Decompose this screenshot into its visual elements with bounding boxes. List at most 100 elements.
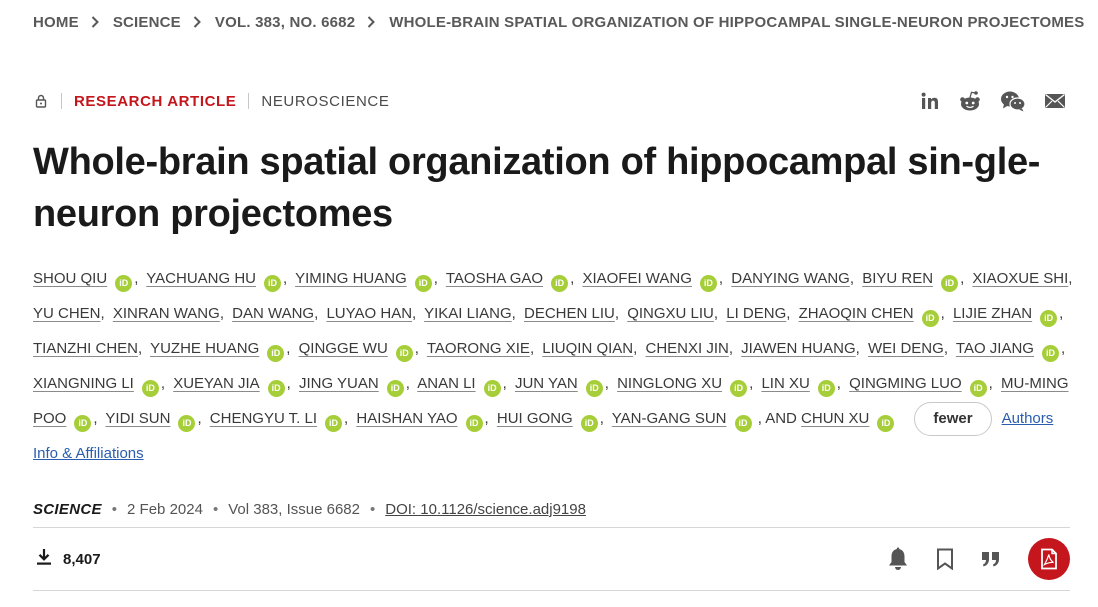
author-name[interactable]: CHENXI JIN [645,340,728,357]
orcid-icon[interactable]: iD [585,380,603,397]
author-name[interactable]: YIDI SUN [105,410,170,427]
separator: • [212,500,219,518]
comma: , [344,410,349,427]
orcid-icon[interactable]: iD [178,415,196,432]
orcid-icon[interactable]: iD [730,380,748,397]
author-name[interactable]: TAORONG XIE [427,340,530,357]
author-name[interactable]: XUEYAN JIA [173,375,259,392]
author-name[interactable]: LIJIE ZHAN [953,305,1032,322]
author-name[interactable]: LIUQIN QIAN [542,340,633,357]
reddit-icon[interactable] [958,90,982,112]
volume-issue[interactable]: Vol 383, Issue 6682 [228,501,360,518]
author-name[interactable]: YUZHE HUANG [150,340,259,357]
pdf-icon[interactable] [1028,538,1070,580]
author-name[interactable]: XIAOXUE SHI [972,270,1068,287]
orcid-icon[interactable]: iD [414,275,432,292]
downloads-count: 8,407 [35,547,101,571]
orcid-icon[interactable]: iD [483,380,501,397]
author-name[interactable]: LUYAO HAN [326,305,412,322]
divider-bottom [33,590,1070,591]
bookmark-icon[interactable] [936,548,954,570]
quote-icon[interactable] [981,551,1001,567]
author-name[interactable]: DANYING WANG [731,270,850,287]
author-name[interactable]: ANAN LI [417,375,475,392]
author-name[interactable]: CHUN XU [801,410,869,427]
orcid-icon[interactable]: iD [969,380,987,397]
author-name[interactable]: YIMING HUANG [295,270,407,287]
comma: , [570,270,575,287]
author-name[interactable]: SHOU QIU [33,270,107,287]
author-item: JUN YAN iD, [515,375,613,397]
separator: • [370,500,376,518]
author-name[interactable]: XINRAN WANG [113,305,220,322]
author-item: TAOSHA GAO iD, [446,270,578,292]
author-name[interactable]: YACHUANG HU [146,270,256,287]
orcid-icon[interactable]: iD [941,275,959,292]
orcid-icon[interactable]: iD [1040,310,1058,327]
orcid-icon[interactable]: iD [264,275,281,292]
author-item: CHENGYU T. LI iD, [210,410,352,432]
author-name[interactable]: WEI DENG [868,340,944,357]
orcid-icon[interactable]: iD [921,310,939,327]
author-name[interactable]: TAO JIANG [956,340,1034,357]
author-name[interactable]: JIAWEN HUANG [741,340,855,357]
orcid-icon[interactable]: iD [386,380,404,397]
author-name[interactable]: TAOSHA GAO [446,270,543,287]
orcid-icon[interactable]: iD [115,275,133,292]
orcid-icon[interactable]: iD [734,415,752,432]
linkedin-icon[interactable] [920,91,940,111]
orcid-icon[interactable]: iD [817,380,835,397]
author-name[interactable]: CHENGYU T. LI [210,410,317,427]
author-name[interactable]: HAISHAN YAO [356,410,457,427]
orcid-icon[interactable]: iD [267,380,285,397]
author-name[interactable]: HUI GONG [497,410,573,427]
author-name[interactable]: YAN-GANG SUN [612,410,727,427]
comma: , [943,340,948,357]
article-subject[interactable]: NEUROSCIENCE [261,93,389,110]
author-name[interactable]: YU CHEN [33,305,101,322]
author-name[interactable]: XIAOFEI WANG [582,270,691,287]
comma: , [614,305,620,322]
comma: , [786,305,791,322]
orcid-icon[interactable]: iD [877,415,895,432]
author-name[interactable]: JING YUAN [299,375,379,392]
breadcrumb-science[interactable]: SCIENCE [113,14,181,31]
bell-icon[interactable] [887,547,909,571]
wechat-icon[interactable] [1000,90,1026,112]
orcid-icon[interactable]: iD [551,275,569,292]
author-name[interactable]: BIYU REN [862,270,933,287]
doi-link[interactable]: DOI: 10.1126/science.adj9198 [385,501,586,518]
author-item: QINGMING LUO iD, [849,375,997,397]
orcid-icon[interactable]: iD [699,275,717,292]
author-name[interactable]: ZHAOQIN CHEN [799,305,914,322]
orcid-icon[interactable]: iD [395,345,413,362]
author-name[interactable]: QINGGE WU [299,340,388,357]
author-name[interactable]: TIANZHI CHEN [33,340,138,357]
author-name[interactable]: NINGLONG XU [617,375,722,392]
author-name[interactable]: LI DENG [726,305,786,322]
author-name[interactable]: XIANGNING LI [33,375,134,392]
fewer-button[interactable]: fewer [914,402,992,437]
breadcrumb-issue[interactable]: VOL. 383, NO. 6682 [215,14,355,31]
comma: , [138,340,143,357]
orcid-icon[interactable]: iD [325,415,343,432]
author-item: JIAWEN HUANG, [741,340,864,357]
orcid-icon[interactable]: iD [267,345,285,362]
author-name[interactable]: DAN WANG [232,305,314,322]
author-name[interactable]: QINGXU LIU [627,305,714,322]
author-name[interactable]: JUN YAN [515,375,578,392]
orcid-icon[interactable]: iD [74,415,92,432]
email-icon[interactable] [1044,93,1066,109]
journal-name[interactable]: SCIENCE [33,501,102,518]
orcid-icon[interactable]: iD [465,415,483,432]
orcid-icon[interactable]: iD [1041,345,1059,362]
article-title: Whole-brain spatial organization of hipp… [33,141,1041,235]
orcid-icon[interactable]: iD [141,380,159,397]
author-item: LIJIE ZHAN iD, [953,305,1067,327]
author-name[interactable]: YIKAI LIANG [424,305,512,322]
author-name[interactable]: DECHEN LIU [524,305,615,322]
author-name[interactable]: LIN XU [761,375,809,392]
author-name[interactable]: QINGMING LUO [849,375,962,392]
orcid-icon[interactable]: iD [580,415,598,432]
breadcrumb-home[interactable]: HOME [33,14,79,31]
